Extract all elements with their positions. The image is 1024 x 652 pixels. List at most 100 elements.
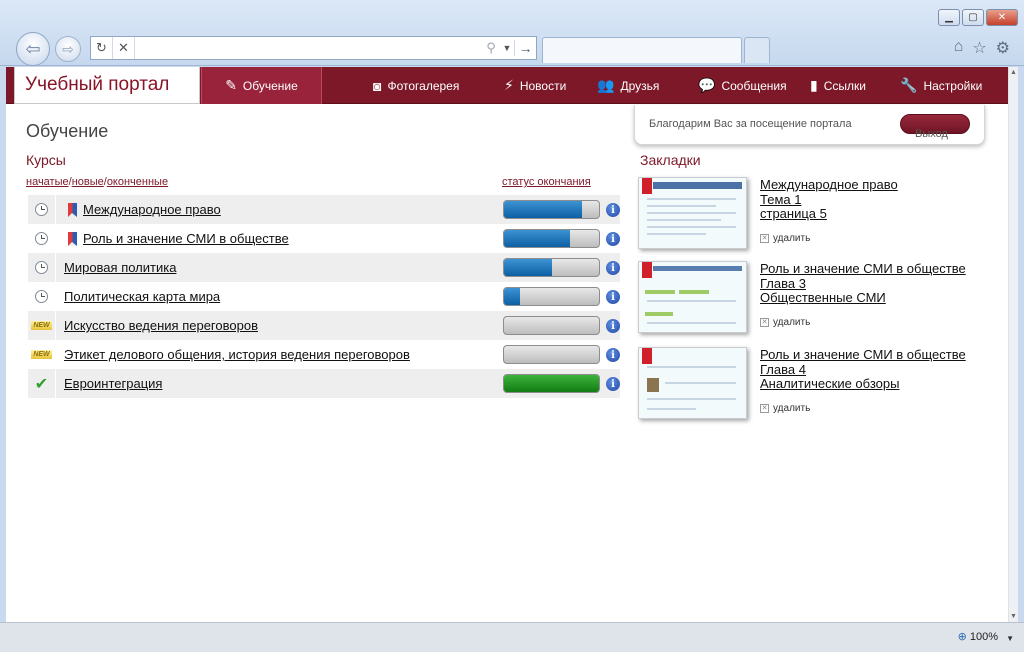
progress-bar	[503, 374, 600, 393]
browser-tab[interactable]	[542, 37, 742, 63]
back-button[interactable]: ⇦	[16, 32, 50, 66]
arrow-left-icon: ⇦	[25, 38, 41, 59]
maximize-button[interactable]: ▢	[962, 9, 984, 26]
nav-messages-label: Сообщения	[721, 78, 787, 93]
nav-photogallery[interactable]: ◙ Фотогалерея	[373, 67, 459, 104]
new-badge-icon: NEW	[31, 350, 52, 359]
filter-new[interactable]: новые	[72, 176, 104, 188]
bookmark-link[interactable]: Международное право Тема 1 страница 5	[760, 177, 898, 222]
clock-icon	[35, 261, 48, 274]
refresh-button[interactable]: ↻	[91, 37, 113, 59]
arrow-right-icon: ⇨	[62, 40, 74, 57]
progress-bar	[503, 229, 600, 248]
table-row: Международное право i	[28, 195, 620, 224]
bookmark-item: Роль и значение СМИ в обществе Глава 4 А…	[638, 347, 1008, 431]
info-icon[interactable]: i	[606, 232, 620, 246]
nav-learning-label: Обучение	[242, 78, 298, 93]
course-filters: начатые/новые/оконченные	[26, 176, 169, 188]
logout-button[interactable]: Выход	[900, 114, 970, 140]
search-icon[interactable]: ⚲	[482, 40, 500, 56]
checkmark-icon: ✔	[34, 375, 49, 393]
course-table: Международное право i Роль и значение СМ…	[28, 195, 620, 398]
course-link[interactable]: Этикет делового общения, история ведения…	[64, 347, 410, 362]
site-logo-text: Учебный портал	[25, 74, 170, 95]
bookmark-link[interactable]: Роль и значение СМИ в обществе Глава 4 А…	[760, 347, 966, 392]
welcome-text: Благодарим Вас за посещение портала	[649, 118, 852, 130]
info-icon[interactable]: i	[606, 348, 620, 362]
wrench-icon: 🔧	[900, 77, 918, 93]
forward-button[interactable]: ⇨	[55, 36, 81, 62]
bookmark-course: Международное право	[760, 177, 898, 192]
progress-fill	[504, 375, 599, 392]
info-icon[interactable]: i	[606, 261, 620, 275]
course-link[interactable]: Международное право	[83, 202, 221, 217]
site-logo[interactable]: Учебный портал	[14, 67, 200, 104]
chevron-down-icon[interactable]: ▼	[500, 43, 514, 53]
close-icon: ✕	[760, 318, 769, 327]
bookmark-thumbnail[interactable]	[638, 261, 747, 333]
minimize-button[interactable]: ▁	[938, 9, 960, 26]
progress-bar	[503, 258, 600, 277]
nav-friends[interactable]: 👥 Друзья	[597, 67, 659, 104]
course-link[interactable]: Политическая карта мира	[64, 289, 220, 304]
bookmark-delete[interactable]: ✕ удалить	[760, 317, 810, 328]
progress-fill	[504, 201, 582, 218]
table-row: NEW Искусство ведения переговоров i	[28, 311, 620, 340]
nav-settings[interactable]: 🔧 Настройки	[900, 67, 982, 104]
course-link[interactable]: Роль и значение СМИ в обществе	[83, 231, 289, 246]
clock-icon	[35, 232, 48, 245]
vertical-scrollbar[interactable]: ▲ ▼	[1008, 67, 1018, 622]
welcome-panel: Благодарим Вас за посещение портала Выхо…	[634, 105, 985, 145]
nav-messages[interactable]: 💬 Сообщения	[698, 67, 787, 104]
page-title: Обучение	[26, 121, 109, 141]
table-row: NEW Этикет делового общения, история вед…	[28, 340, 620, 369]
refresh-icon: ↻	[96, 40, 107, 55]
bookmark-thumbnail[interactable]	[638, 177, 747, 249]
scroll-down-icon[interactable]: ▼	[1010, 613, 1017, 620]
course-link[interactable]: Искусство ведения переговоров	[64, 318, 258, 333]
chevron-down-icon[interactable]: ▼	[1006, 634, 1014, 643]
progress-fill	[504, 259, 553, 276]
go-button[interactable]: →	[514, 40, 536, 56]
bookmark-list: Международное право Тема 1 страница 5 ✕ …	[638, 177, 1008, 431]
info-icon[interactable]: i	[606, 319, 620, 333]
zoom-icon: ⊕	[957, 631, 967, 643]
filter-finished[interactable]: оконченные	[107, 176, 168, 188]
info-icon[interactable]: i	[606, 203, 620, 217]
new-tab-button[interactable]	[744, 37, 770, 63]
site-header: Учебный портал ✎ Обучение ◙ Фотогалерея …	[6, 67, 1016, 104]
bookmark-delete[interactable]: ✕ удалить	[760, 233, 810, 244]
status-column-header[interactable]: статус окончания	[502, 176, 591, 188]
info-icon[interactable]: i	[606, 377, 620, 391]
close-icon: ✕	[760, 404, 769, 413]
filter-started[interactable]: начатые	[26, 176, 69, 188]
bookmark-item: Роль и значение СМИ в обществе Глава 3 О…	[638, 261, 1008, 347]
progress-bar	[503, 345, 600, 364]
page-viewport: Учебный портал ✎ Обучение ◙ Фотогалерея …	[6, 67, 1016, 622]
bookmark-chapter: Глава 4	[760, 361, 806, 377]
nav-news[interactable]: ⚡ Новости	[504, 67, 566, 104]
nav-learning[interactable]: ✎ Обучение	[201, 67, 322, 104]
info-icon[interactable]: i	[606, 290, 620, 304]
bookmark-thumbnail[interactable]	[638, 347, 747, 419]
address-bar: ↻ ✕ ⚲ ▼ →	[90, 36, 537, 60]
course-link[interactable]: Мировая политика	[64, 260, 176, 275]
bookmark-course: Роль и значение СМИ в обществе	[760, 261, 966, 276]
stop-button[interactable]: ✕	[113, 37, 135, 59]
home-icon[interactable]: ⌂	[954, 38, 964, 58]
nav-photogallery-label: Фотогалерея	[387, 78, 460, 93]
nav-settings-label: Настройки	[923, 78, 983, 93]
star-icon[interactable]: ☆	[972, 38, 986, 58]
course-link[interactable]: Евроинтеграция	[64, 376, 162, 391]
bookmark-page: страница 5	[760, 206, 827, 221]
nav-links[interactable]: ▮ Ссылки	[810, 67, 866, 104]
camera-icon: ◙	[373, 77, 382, 94]
zoom-control[interactable]: ⊕ 100%	[957, 630, 998, 644]
progress-bar	[503, 200, 600, 219]
close-window-button[interactable]: ✕	[986, 9, 1018, 26]
bookmark-delete[interactable]: ✕ удалить	[760, 403, 810, 414]
bookmark-link[interactable]: Роль и значение СМИ в обществе Глава 3 О…	[760, 261, 966, 306]
address-input[interactable]	[135, 38, 482, 58]
gear-icon[interactable]: ⚙	[996, 38, 1010, 58]
scroll-up-icon[interactable]: ▲	[1010, 69, 1017, 76]
